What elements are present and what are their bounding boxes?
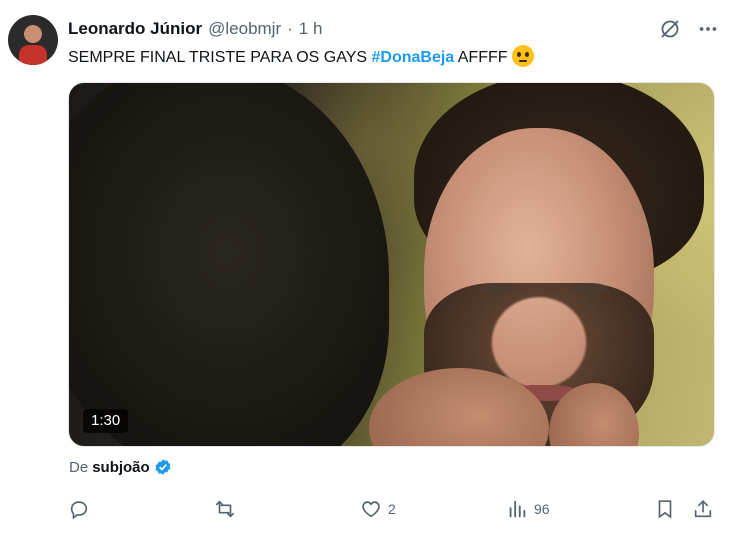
more-icon[interactable] [696,18,720,40]
tweet-header: Leonardo Júnior @leobmjr · 1 h [68,18,322,40]
video-eye-right [574,283,608,295]
share-icon [694,500,712,518]
video-player[interactable]: 1:30 [68,82,715,447]
grok-icon[interactable] [658,17,682,41]
tweet-timestamp[interactable]: 1 h [299,19,323,39]
video-duration-badge: 1:30 [83,409,129,433]
video-attribution: De subjoão [69,458,172,476]
tweet-text: SEMPRE FINAL TRISTE PARA OS GAYS #DonaBe… [68,45,534,69]
reply-icon [70,501,88,520]
like-button[interactable]: 2 [360,495,396,523]
author-name[interactable]: Leonardo Júnior [68,19,202,39]
reply-button[interactable] [68,495,96,523]
separator-dot: · [287,19,293,38]
attribution-prefix: De [69,458,89,476]
tweet-text-before: SEMPRE FINAL TRISTE PARA OS GAYS [68,49,372,66]
tweet-actions: 2 96 [68,495,718,523]
bookmark-icon [658,500,672,519]
author-avatar[interactable] [8,15,58,65]
verified-badge-icon [155,459,171,475]
share-button[interactable] [692,495,714,523]
attribution-account-link[interactable]: subjoão [92,459,150,476]
author-handle[interactable]: @leobmjr [208,19,281,39]
bookmark-button[interactable] [654,495,676,523]
like-count: 2 [388,501,396,517]
tweet-text-after: AFFFF [454,49,508,66]
video-foreground-figure [69,83,389,446]
video-eye-left [479,283,513,295]
rolling-eyes-emoji-icon [511,45,534,67]
views-count: 96 [534,501,550,517]
heart-icon [362,501,380,518]
retweet-button[interactable] [214,495,242,523]
views-icon [509,500,526,518]
views-button[interactable]: 96 [506,495,550,523]
retweet-icon [215,500,235,518]
hashtag-link[interactable]: #DonaBeja [371,49,454,66]
